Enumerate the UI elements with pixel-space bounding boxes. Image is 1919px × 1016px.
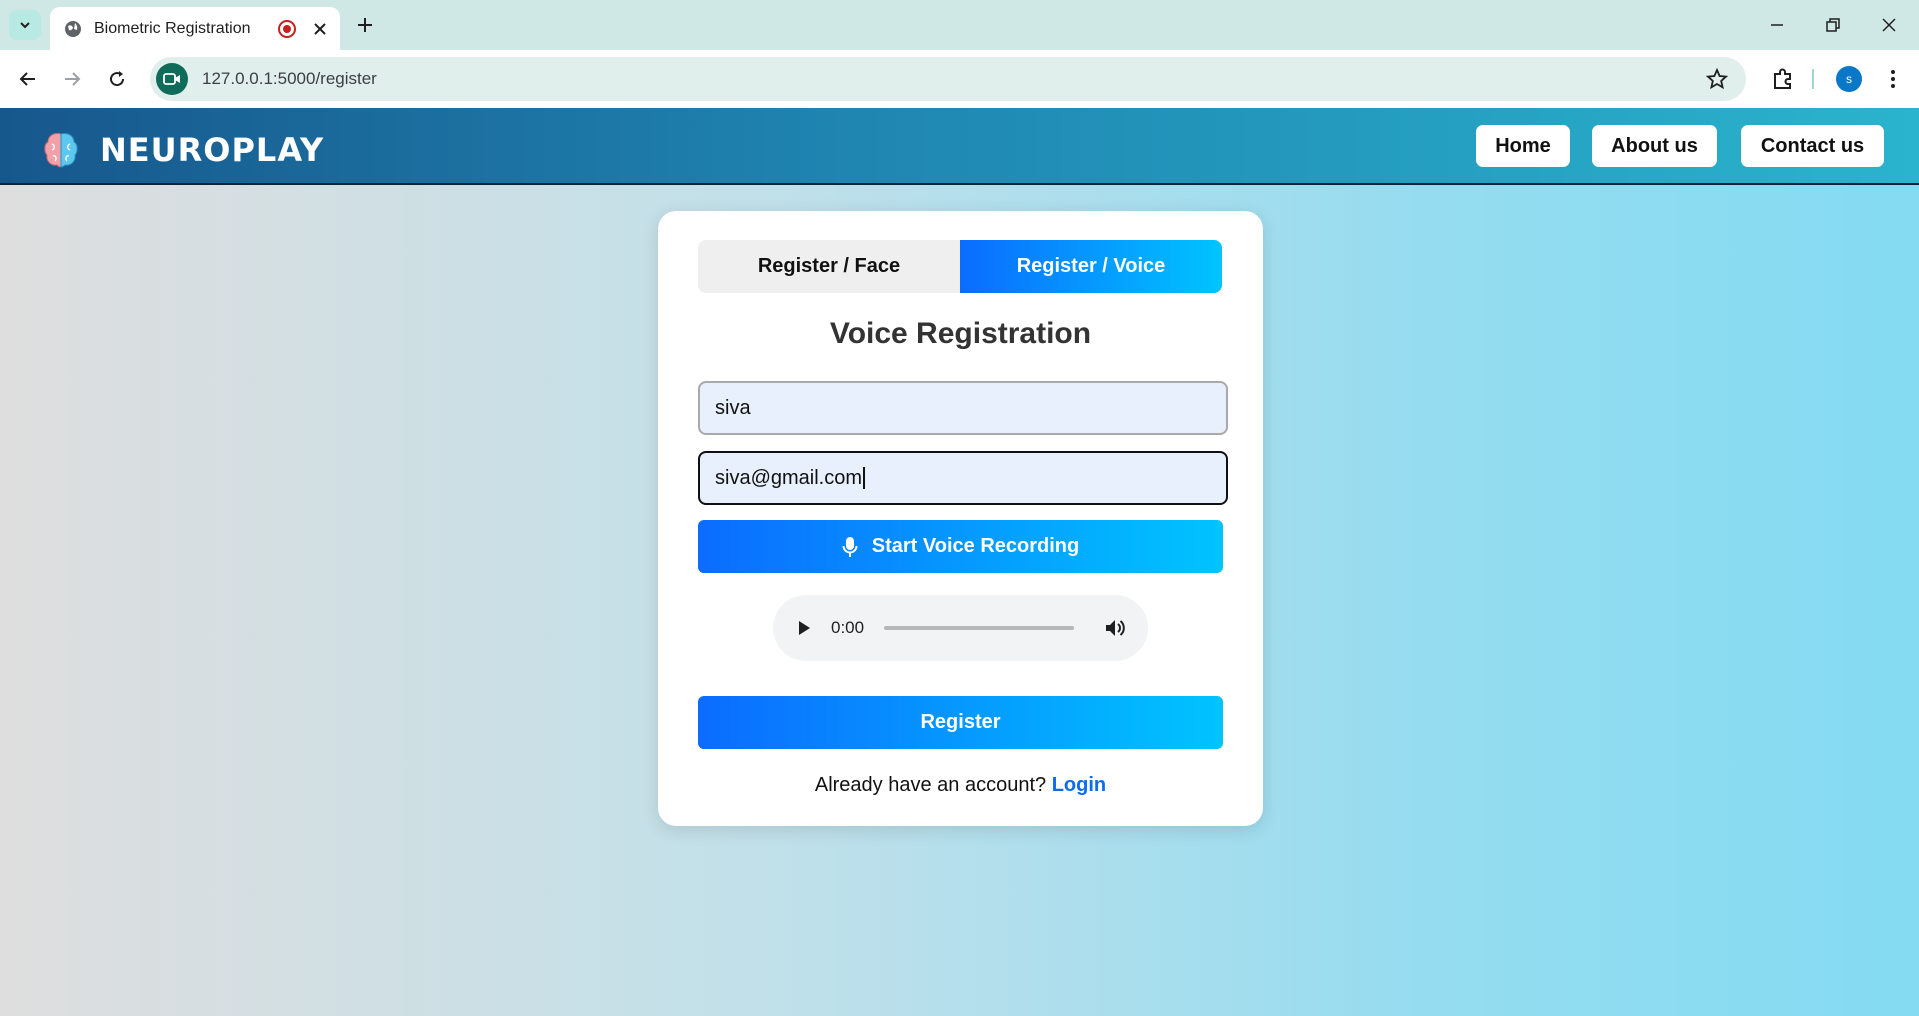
brain-icon bbox=[44, 133, 78, 168]
toolbar-divider bbox=[1812, 69, 1814, 89]
audio-progress-slider[interactable] bbox=[884, 626, 1075, 630]
login-link[interactable]: Login bbox=[1052, 774, 1106, 796]
more-vert-icon bbox=[1891, 70, 1895, 88]
start-voice-recording-button[interactable]: Start Voice Recording bbox=[698, 520, 1223, 573]
arrow-right-icon bbox=[65, 72, 81, 86]
tab-register-face[interactable]: Register / Face bbox=[698, 240, 960, 293]
nav-home-link[interactable]: Home bbox=[1476, 125, 1570, 167]
arrow-left-icon bbox=[19, 72, 35, 86]
volume-icon[interactable] bbox=[1104, 617, 1126, 639]
minimize-icon bbox=[1771, 24, 1783, 26]
back-button[interactable] bbox=[13, 64, 43, 94]
email-input[interactable]: siva@gmail.com bbox=[698, 451, 1228, 505]
plus-icon bbox=[358, 18, 372, 32]
bookmark-star-icon[interactable] bbox=[1706, 68, 1728, 90]
tab-register-voice[interactable]: Register / Voice bbox=[960, 240, 1222, 293]
profile-avatar[interactable]: s bbox=[1836, 66, 1862, 92]
page-title: Voice Registration bbox=[829, 317, 1092, 350]
register-button[interactable]: Register bbox=[698, 696, 1223, 749]
restore-button[interactable] bbox=[1820, 12, 1846, 38]
audio-player: 0:00 bbox=[773, 595, 1148, 661]
registration-tabs: Register / Face Register / Voice bbox=[698, 240, 1222, 293]
close-tab-icon[interactable] bbox=[312, 21, 328, 37]
logo-text: NEUROPLAY bbox=[100, 131, 325, 169]
site-logo[interactable]: NEUROPLAY bbox=[42, 130, 324, 170]
camera-icon bbox=[163, 73, 180, 85]
minimize-button[interactable] bbox=[1764, 12, 1790, 38]
site-info-button[interactable] bbox=[156, 63, 188, 95]
text-caret bbox=[863, 467, 866, 489]
nav-about-link[interactable]: About us bbox=[1592, 125, 1717, 167]
extensions-puzzle-icon[interactable] bbox=[1770, 66, 1796, 92]
name-input-value: siva bbox=[715, 396, 751, 419]
browser-tab[interactable]: Biometric Registration bbox=[50, 7, 340, 50]
browser-toolbar: 127.0.0.1:5000/register s bbox=[0, 50, 1919, 108]
site-header: NEUROPLAY Home About us Contact us bbox=[0, 108, 1919, 185]
microphone-icon bbox=[842, 536, 858, 557]
email-input-value: siva@gmail.com bbox=[715, 466, 863, 489]
tab-search-button[interactable] bbox=[9, 10, 41, 40]
login-prompt: Already have an account? Login bbox=[658, 774, 1263, 797]
chevron-down-icon bbox=[20, 22, 30, 29]
login-prompt-text: Already have an account? bbox=[814, 774, 1047, 796]
registration-card: Register / Face Register / Voice Voice R… bbox=[658, 211, 1263, 826]
page-viewport: NEUROPLAY Home About us Contact us Regis… bbox=[0, 108, 1919, 1016]
audio-time: 0:00 bbox=[831, 618, 865, 637]
recording-indicator-icon bbox=[278, 19, 296, 38]
tab-title: Biometric Registration bbox=[94, 19, 251, 37]
forward-button[interactable] bbox=[57, 64, 87, 94]
browser-tabstrip: Biometric Registration bbox=[0, 0, 1919, 50]
nav-contact-link[interactable]: Contact us bbox=[1741, 125, 1884, 167]
globe-icon bbox=[65, 20, 81, 37]
reload-button[interactable] bbox=[102, 64, 132, 94]
close-icon bbox=[1882, 18, 1896, 32]
browser-menu-button[interactable] bbox=[1880, 66, 1906, 92]
record-button-label: Start Voice Recording bbox=[871, 535, 1080, 557]
url-text: 127.0.0.1:5000/register bbox=[202, 69, 377, 88]
restore-icon bbox=[1826, 18, 1840, 32]
name-input[interactable]: siva bbox=[698, 381, 1228, 435]
play-icon[interactable] bbox=[795, 619, 813, 637]
new-tab-button[interactable] bbox=[352, 12, 378, 38]
close-window-button[interactable] bbox=[1876, 12, 1902, 38]
reload-icon bbox=[110, 71, 125, 87]
address-bar[interactable]: 127.0.0.1:5000/register bbox=[150, 57, 1746, 101]
